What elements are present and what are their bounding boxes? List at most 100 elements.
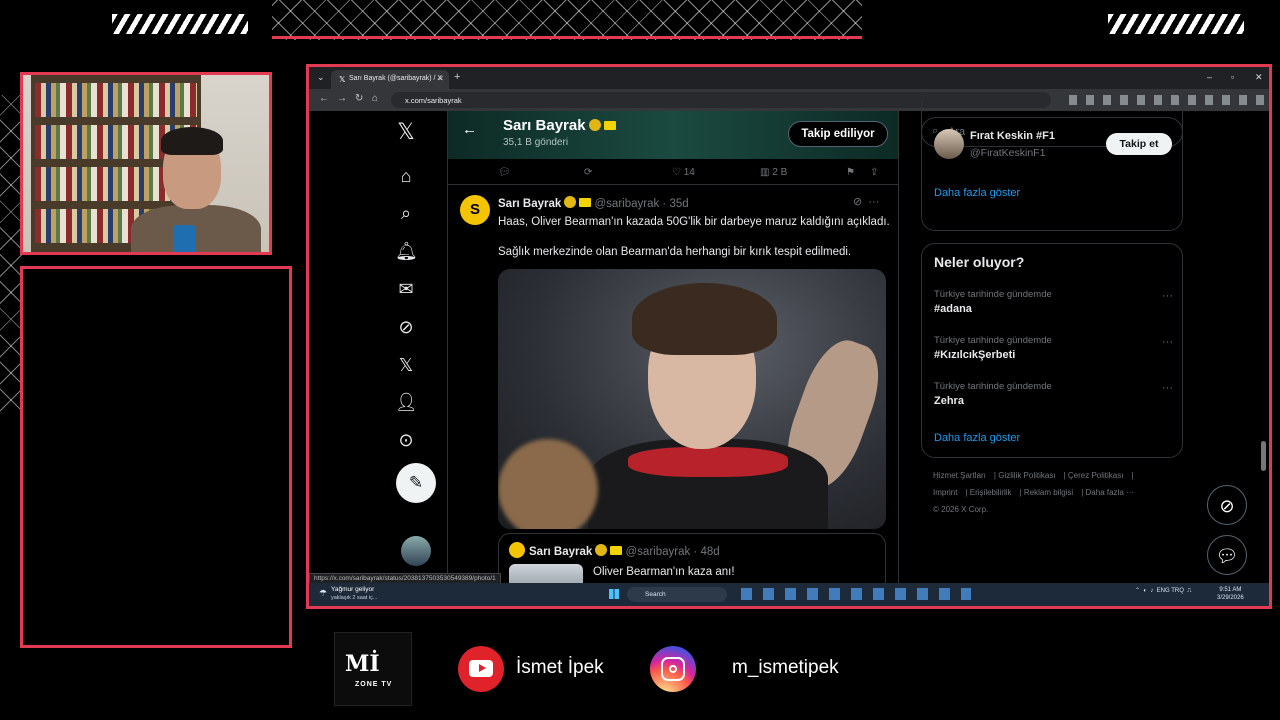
affiliate-badge-icon bbox=[579, 198, 592, 207]
mail-icon[interactable]: ✉ bbox=[395, 278, 417, 300]
tweet-author: Sarı Bayrak @saribayrak · 35d bbox=[498, 196, 689, 210]
more-dots-icon[interactable]: ··· bbox=[1162, 336, 1173, 348]
quoted-text: Oliver Bearman'ın kaza anı! bbox=[593, 566, 735, 578]
taskbar-app-icons[interactable] bbox=[741, 588, 971, 600]
grok-fab-icon[interactable]: ⊘ bbox=[1207, 485, 1247, 525]
footer-link[interactable]: Hizmet Şartları bbox=[933, 471, 986, 480]
back-arrow-icon[interactable]: ← bbox=[462, 121, 477, 138]
tab-close-icon[interactable]: ✕ bbox=[437, 74, 444, 83]
search-icon[interactable]: ⌕ bbox=[395, 202, 417, 224]
language-indicator[interactable]: ENG TRQ bbox=[1157, 588, 1184, 594]
home-icon[interactable]: ⌂ bbox=[395, 165, 417, 187]
views-icon[interactable]: ▥ 2 B bbox=[760, 167, 787, 178]
decor-top-line bbox=[272, 36, 862, 39]
right-sidebar: ⌕ Ara Fırat Keskin #F1 @FiratKeskinF1 Ta… bbox=[921, 91, 1183, 583]
instagram-name: m_ismetipek bbox=[732, 657, 839, 678]
reply-icon[interactable]: 💬︎ bbox=[498, 167, 511, 178]
who-to-follow-card: Fırat Keskin #F1 @FiratKeskinF1 Takip et… bbox=[921, 91, 1183, 231]
photo-jacket-stripe bbox=[628, 447, 788, 477]
clock-time: 9:51 AM bbox=[1219, 587, 1242, 593]
like-icon[interactable]: ♡ 14 bbox=[672, 167, 695, 178]
suggested-name[interactable]: Fırat Keskin #F1 bbox=[970, 130, 1055, 142]
trend-item[interactable]: #KızılcıkŞerbeti bbox=[934, 349, 1015, 361]
suggested-handle: @FiratKeskinF1 bbox=[970, 147, 1046, 159]
tweet-text: Haas, Oliver Bearman'ın kazada 50G'lik b… bbox=[498, 215, 893, 260]
weather-title[interactable]: Yağmur geliyor bbox=[331, 586, 374, 593]
back-icon[interactable]: ← bbox=[319, 93, 329, 104]
forward-icon[interactable]: → bbox=[337, 93, 347, 104]
show-more-link[interactable]: Daha fazla göster bbox=[934, 187, 1020, 199]
view-count: 2 B bbox=[772, 167, 788, 178]
tweet-author-name[interactable]: Sarı Bayrak bbox=[498, 198, 561, 210]
home-browser-icon[interactable]: ⌂ bbox=[372, 93, 378, 104]
like-count: 14 bbox=[683, 167, 695, 178]
quoted-handle-time: @saribayrak · 48d bbox=[625, 546, 720, 558]
following-button[interactable]: Takip ediliyor bbox=[788, 121, 888, 147]
windows-taskbar: ☂ Yağmur geliyor yaklaşık 2 saat iç... S… bbox=[309, 583, 1269, 606]
tweet[interactable]: S Sarı Bayrak @saribayrak · 35d ⊘ ··· Ha… bbox=[448, 187, 898, 594]
footer-link[interactable]: Reklam bilgisi bbox=[1024, 488, 1073, 497]
windows-start-icon[interactable] bbox=[609, 589, 619, 599]
timeline-column: ← Sarı Bayrak 35,1 B gönderi Takip edili… bbox=[447, 111, 899, 594]
footer-link[interactable]: Imprint bbox=[933, 488, 957, 497]
grok-icon[interactable]: ⊘ ··· bbox=[853, 195, 879, 208]
messages-fab-icon[interactable]: 💬︎ bbox=[1207, 535, 1247, 575]
decor-top-mesh bbox=[272, 0, 862, 40]
trend-meta: Türkiye tarihinde gündemde bbox=[934, 381, 1052, 392]
premium-x-icon[interactable]: 𝕏 bbox=[395, 354, 417, 376]
footer-link[interactable]: Erişilebilirlik bbox=[970, 488, 1012, 497]
verified-badge-icon bbox=[588, 119, 601, 131]
bookmark-icon[interactable]: ⚑ bbox=[846, 167, 855, 178]
taskbar-search[interactable]: Search bbox=[627, 587, 727, 602]
footer-link[interactable]: Daha fazla ··· bbox=[1086, 488, 1134, 497]
tweet-text-line-1: Haas, Oliver Bearman'ın kazada 50G'lik b… bbox=[498, 216, 890, 228]
minimize-icon[interactable]: – bbox=[1207, 72, 1212, 82]
x-favicon-icon: 𝕏 bbox=[339, 75, 346, 84]
quoted-author-name: Sarı Bayrak bbox=[529, 546, 593, 558]
clock-date: 3/29/2026 bbox=[1217, 595, 1244, 601]
browser-tabbar: ⌄ 𝕏 Sarı Bayrak (@saribayrak) / X ✕ + – … bbox=[309, 67, 1269, 89]
tweet-photo[interactable] bbox=[498, 269, 886, 529]
system-tray[interactable]: ⌃ ◐ ♪ ENG TRQ ⎍ bbox=[1135, 587, 1191, 595]
show-more-link[interactable]: Daha fazla göster bbox=[934, 432, 1020, 444]
grok-icon[interactable]: ⊘ bbox=[395, 316, 417, 338]
more-dots-icon[interactable]: ··· bbox=[1162, 290, 1173, 302]
post-feather-icon[interactable]: ✎ bbox=[396, 463, 436, 503]
account-avatar[interactable] bbox=[401, 536, 431, 566]
youtube-icon bbox=[458, 646, 504, 692]
restore-icon[interactable]: ▫ bbox=[1231, 72, 1234, 82]
browser-tab[interactable]: 𝕏 Sarı Bayrak (@saribayrak) / X ✕ bbox=[331, 70, 449, 89]
share-icon[interactable]: ⇪ bbox=[870, 167, 878, 178]
quoted-avatar bbox=[509, 542, 525, 558]
weather-icon: ☂ bbox=[319, 588, 328, 598]
follow-button[interactable]: Takip et bbox=[1106, 133, 1172, 155]
trend-item[interactable]: Zehra bbox=[934, 395, 964, 407]
profile-header: ← Sarı Bayrak 35,1 B gönderi Takip edili… bbox=[448, 111, 898, 159]
suggested-avatar[interactable] bbox=[934, 129, 964, 159]
close-window-icon[interactable]: ✕ bbox=[1255, 72, 1263, 83]
profile-icon[interactable]: 👤︎ bbox=[395, 391, 418, 413]
more-circle-icon[interactable]: ⊙ bbox=[395, 429, 417, 451]
trend-item[interactable]: #adana bbox=[934, 303, 972, 315]
footer-link[interactable]: Gizlilik Politikası bbox=[998, 471, 1055, 480]
x-logo-icon[interactable]: 𝕏 bbox=[395, 121, 417, 143]
channel-logo: Mİ ZONE TV bbox=[334, 632, 412, 706]
copyright: © 2026 X Corp. bbox=[933, 505, 989, 514]
trends-title: Neler oluyor? bbox=[934, 254, 1025, 270]
tweet-handle-time[interactable]: @saribayrak · 35d bbox=[595, 198, 689, 210]
tweet-avatar[interactable]: S bbox=[460, 195, 490, 225]
footer-link[interactable]: Çerez Politikası bbox=[1068, 471, 1124, 480]
trends-card: Neler oluyor? Türkiye tarihinde gündemde… bbox=[921, 243, 1183, 458]
page-scrollbar[interactable] bbox=[1261, 441, 1266, 471]
profile-name: Sarı Bayrak bbox=[503, 117, 616, 134]
more-dots-icon[interactable]: ··· bbox=[1162, 382, 1173, 394]
verified-badge-icon bbox=[564, 196, 577, 208]
reload-icon[interactable]: ↻ bbox=[355, 93, 363, 104]
taskbar-clock[interactable]: 9:51 AM 3/29/2026 bbox=[1217, 586, 1244, 602]
weather-subtitle: yaklaşık 2 saat iç... bbox=[331, 595, 378, 601]
bell-icon[interactable]: 🔔︎ bbox=[395, 240, 418, 262]
streamer-body bbox=[131, 205, 261, 252]
new-tab-icon[interactable]: + bbox=[454, 71, 460, 83]
tab-search-icon[interactable]: ⌄ bbox=[317, 72, 325, 83]
repost-icon[interactable]: ⟳ bbox=[584, 167, 592, 178]
